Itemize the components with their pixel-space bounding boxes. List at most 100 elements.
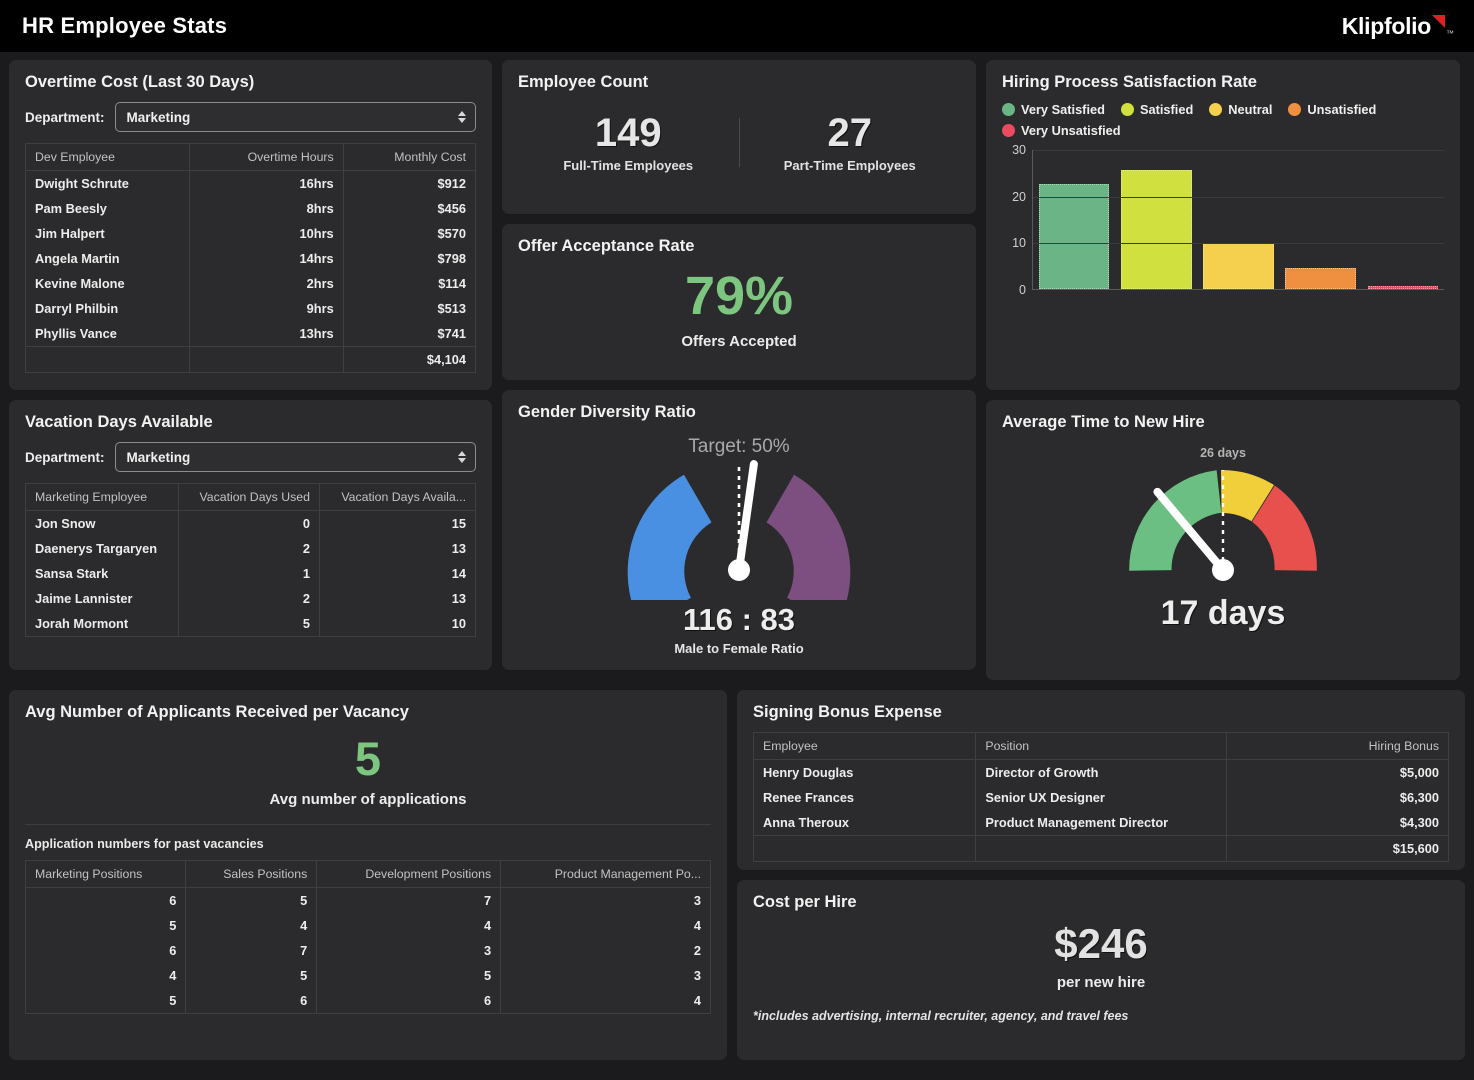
chart-bar[interactable] — [1285, 268, 1356, 289]
dashboard-row-bottom: Avg Number of Applicants Received per Va… — [9, 690, 1465, 1060]
cell-bonus: $5,000 — [1226, 760, 1448, 786]
cell-hours: 9hrs — [190, 296, 343, 321]
overtime-department-value: Marketing — [127, 110, 191, 125]
column-header: Development Positions — [317, 861, 501, 888]
applicants-caption: Avg number of applications — [25, 791, 711, 808]
chart-bar[interactable] — [1121, 170, 1192, 289]
table-row: Henry DouglasDirector of Growth$5,000 — [754, 760, 1449, 786]
chart-bar[interactable] — [1368, 286, 1439, 289]
cell-marketing: 4 — [26, 963, 186, 988]
cell-sales: 5 — [186, 963, 317, 988]
column-header: Monthly Cost — [343, 144, 475, 171]
cell-employee: Jon Snow — [26, 511, 179, 537]
overtime-table-body: Dwight Schrute16hrs$912 Pam Beesly8hrs$4… — [26, 171, 476, 373]
signing-bonus-table-body: Henry DouglasDirector of Growth$5,000 Re… — [754, 760, 1449, 862]
table-row: Sansa Stark114 — [26, 561, 476, 586]
panel-employee-count: Employee Count 149 Full-Time Employees 2… — [502, 60, 976, 214]
chart-bar[interactable] — [1039, 184, 1110, 289]
cell-available: 13 — [319, 586, 475, 611]
cell-employee: Renee Frances — [754, 785, 976, 810]
applicants-table-body: 6573 5444 6732 4553 5664 — [26, 888, 711, 1014]
cell-development: 5 — [317, 963, 501, 988]
right-column: Hiring Process Satisfaction Rate Very Sa… — [986, 60, 1460, 680]
cell-marketing: 5 — [26, 988, 186, 1014]
gauge-band-male — [609, 475, 739, 600]
chart-bar-slot — [1362, 150, 1444, 289]
cell-product: 3 — [501, 888, 711, 914]
overtime-department-select[interactable]: Marketing — [115, 102, 476, 132]
cell-position: Product Management Director — [976, 810, 1226, 836]
cell-hours: 2hrs — [190, 271, 343, 296]
cell-cost: $912 — [343, 171, 475, 197]
cell-employee: Phyllis Vance — [26, 321, 190, 347]
chart-gridline — [1033, 243, 1444, 244]
gender-value: 116 : 83 — [518, 602, 960, 638]
table-row: Jaime Lannister213 — [26, 586, 476, 611]
dashboard-grid: Overtime Cost (Last 30 Days) Department:… — [0, 52, 1474, 1069]
cell-employee: Jaime Lannister — [26, 586, 179, 611]
chart-legend: Very Satisfied Satisfied Neutral Unsatis… — [1002, 102, 1422, 138]
cell-cost: $456 — [343, 196, 475, 221]
panel-time-to-hire: Average Time to New Hire 26 days 17 days — [986, 400, 1460, 680]
applicants-title: Avg Number of Applicants Received per Va… — [25, 703, 711, 722]
chevron-updown-icon — [458, 111, 466, 123]
full-time-value: 149 — [518, 112, 739, 154]
table-row: Anna TherouxProduct Management Director$… — [754, 810, 1449, 836]
chart-gridline — [1033, 197, 1444, 198]
table-row: Jim Halpert10hrs$570 — [26, 221, 476, 246]
cell-empty — [26, 347, 190, 373]
cell-sales: 5 — [186, 888, 317, 914]
cell-product: 4 — [501, 913, 711, 938]
gauge-needle-hub — [728, 559, 750, 581]
cost-per-hire-value: $246 — [753, 922, 1449, 966]
cell-sales: 4 — [186, 913, 317, 938]
cell-employee: Kevine Malone — [26, 271, 190, 296]
table-total-row: $4,104 — [26, 347, 476, 373]
chevron-updown-icon — [458, 451, 466, 463]
part-time-block: 27 Part-Time Employees — [740, 112, 961, 173]
cell-available: 13 — [319, 536, 475, 561]
y-axis-tick: 0 — [1019, 283, 1026, 297]
cost-per-hire-note: *includes advertising, internal recruite… — [753, 1009, 1449, 1023]
panel-gender-diversity: Gender Diversity Ratio Target: 50% 116 :… — [502, 390, 976, 670]
table-row: 6573 — [26, 888, 711, 914]
overtime-title: Overtime Cost (Last 30 Days) — [25, 73, 476, 92]
table-row: Jorah Mormont510 — [26, 611, 476, 637]
column-header: Position — [976, 733, 1226, 760]
table-row: Kevine Malone2hrs$114 — [26, 271, 476, 296]
table-row: 5664 — [26, 988, 711, 1014]
cell-product: 3 — [501, 963, 711, 988]
full-time-label: Full-Time Employees — [518, 158, 739, 173]
legend-item: Very Satisfied — [1002, 102, 1105, 117]
table-row: Angela Martin14hrs$798 — [26, 246, 476, 271]
gauge-needle — [739, 464, 754, 570]
cell-used: 2 — [179, 536, 320, 561]
satisfaction-title: Hiring Process Satisfaction Rate — [1002, 73, 1444, 92]
cell-employee: Daenerys Targaryen — [26, 536, 179, 561]
time-to-hire-title: Average Time to New Hire — [1002, 413, 1444, 432]
column-header: Vacation Days Used — [179, 484, 320, 511]
table-header-row: Dev Employee Overtime Hours Monthly Cost — [26, 144, 476, 171]
cost-per-hire-caption: per new hire — [753, 974, 1449, 991]
logo-wordmark: Klipfolio — [1342, 13, 1431, 40]
table-row: Dwight Schrute16hrs$912 — [26, 171, 476, 197]
panel-offer-acceptance: Offer Acceptance Rate 79% Offers Accepte… — [502, 224, 976, 380]
vacation-department-value: Marketing — [127, 450, 191, 465]
cell-employee: Jim Halpert — [26, 221, 190, 246]
gender-gauge-svg — [609, 460, 869, 600]
vacation-department-select[interactable]: Marketing — [115, 442, 476, 472]
cell-employee: Pam Beesly — [26, 196, 190, 221]
column-header: Marketing Positions — [26, 861, 186, 888]
table-row: Daenerys Targaryen213 — [26, 536, 476, 561]
time-to-hire-gauge-svg — [1093, 462, 1353, 592]
logo-triangle-icon — [1432, 15, 1445, 28]
legend-item: Very Unsatisfied — [1002, 123, 1121, 138]
cell-available: 15 — [319, 511, 475, 537]
chart-plot-area — [1032, 150, 1444, 290]
cell-bonus: $4,300 — [1226, 810, 1448, 836]
chart-bar[interactable] — [1203, 243, 1274, 289]
gender-caption: Male to Female Ratio — [518, 641, 960, 656]
overtime-department-label: Department: — [25, 110, 105, 125]
cell-employee: Henry Douglas — [754, 760, 976, 786]
chart-gridline — [1033, 150, 1444, 151]
